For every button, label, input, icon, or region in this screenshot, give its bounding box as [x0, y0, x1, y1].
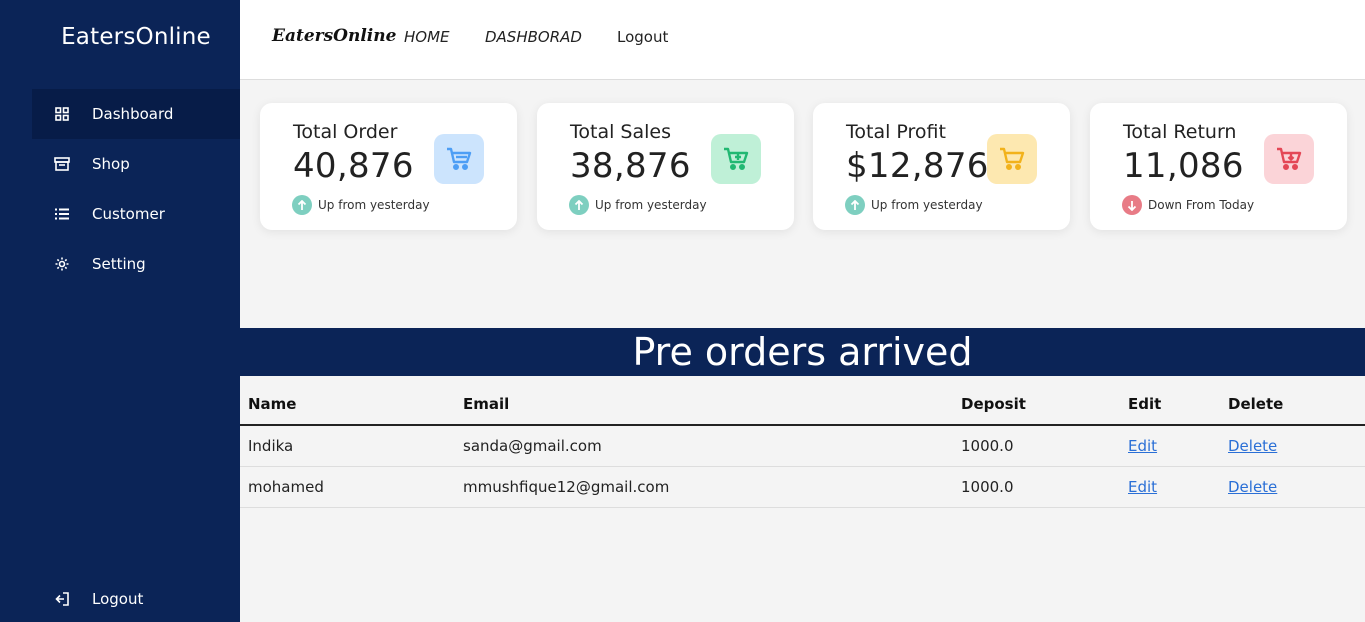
- cell-deposit: 1000.0: [953, 466, 1120, 508]
- cell-delete: Delete: [1220, 425, 1365, 467]
- card-trend-label: Down From Today: [1148, 198, 1255, 212]
- column-header-delete: Delete: [1220, 383, 1365, 426]
- cell-email: sanda@gmail.com: [455, 425, 953, 467]
- card-title: Total Order: [293, 121, 398, 143]
- sidebar-item-setting[interactable]: Setting: [32, 239, 240, 289]
- nav-link-dashboard[interactable]: DASHBORAD: [485, 28, 582, 46]
- card-title: Total Sales: [570, 121, 671, 143]
- nav-link-logout[interactable]: Logout: [617, 28, 668, 46]
- delete-link[interactable]: Delete: [1228, 478, 1277, 496]
- edit-link[interactable]: Edit: [1128, 478, 1157, 496]
- stat-card-total-order: Total Order 40,876 Up from yesterday: [260, 103, 517, 230]
- sidebar-item-label: Customer: [92, 205, 165, 223]
- cell-email: mmushfique12@gmail.com: [455, 466, 953, 508]
- card-trend-label: Up from yesterday: [318, 198, 430, 212]
- sidebar-logout-label: Logout: [92, 590, 144, 608]
- sidebar-brand: EatersOnline: [61, 24, 211, 50]
- sidebar-item-label: Setting: [92, 255, 146, 273]
- card-title: Total Return: [1123, 121, 1237, 143]
- store-icon: [53, 155, 71, 173]
- arrow-up-icon: [292, 195, 312, 215]
- arrow-down-icon: [1122, 195, 1142, 215]
- delete-link[interactable]: Delete: [1228, 437, 1277, 455]
- section-banner: Pre orders arrived: [240, 328, 1365, 376]
- sidebar-item-label: Shop: [92, 155, 130, 173]
- card-value: 11,086: [1123, 146, 1244, 186]
- stat-card-total-sales: Total Sales 38,876 Up from yesterday: [537, 103, 794, 230]
- cart-return-icon: [1264, 134, 1314, 184]
- sidebar-item-shop[interactable]: Shop: [32, 139, 240, 189]
- list-icon: [53, 205, 71, 223]
- sidebar: EatersOnline Dashboard Shop Customer Set…: [0, 0, 240, 622]
- edit-link[interactable]: Edit: [1128, 437, 1157, 455]
- sidebar-item-label: Dashboard: [92, 105, 174, 123]
- top-navbar: EatersOnline HOME DASHBORAD Logout: [240, 0, 1365, 80]
- navbar-logo[interactable]: EatersOnline: [272, 26, 396, 46]
- cell-edit: Edit: [1120, 466, 1220, 508]
- table-row: mohamed mmushfique12@gmail.com 1000.0 Ed…: [240, 466, 1365, 508]
- card-trend: Up from yesterday: [292, 195, 430, 215]
- column-header-name: Name: [240, 383, 455, 426]
- cell-delete: Delete: [1220, 466, 1365, 508]
- nav-link-home[interactable]: HOME: [404, 28, 450, 46]
- cart-plus-icon: [711, 134, 761, 184]
- gear-icon: [53, 255, 71, 273]
- card-value: 38,876: [570, 146, 691, 186]
- column-header-edit: Edit: [1120, 383, 1220, 426]
- card-trend: Down From Today: [1122, 195, 1254, 215]
- arrow-up-icon: [569, 195, 589, 215]
- card-trend-label: Up from yesterday: [595, 198, 707, 212]
- sidebar-item-customer[interactable]: Customer: [32, 189, 240, 239]
- cell-edit: Edit: [1120, 425, 1220, 467]
- preorders-table: Name Email Deposit Edit Delete Indika sa…: [240, 383, 1365, 508]
- cell-name: mohamed: [240, 466, 455, 508]
- arrow-up-icon: [845, 195, 865, 215]
- grid-icon: [53, 105, 71, 123]
- table-header-row: Name Email Deposit Edit Delete: [240, 383, 1365, 426]
- column-header-deposit: Deposit: [953, 383, 1120, 426]
- logout-icon: [53, 590, 71, 608]
- stat-card-total-return: Total Return 11,086 Down From Today: [1090, 103, 1347, 230]
- sidebar-logout-button[interactable]: Logout: [32, 574, 240, 622]
- stat-card-total-profit: Total Profit $12,876 Up from yesterday: [813, 103, 1070, 230]
- cart-icon: [434, 134, 484, 184]
- card-trend: Up from yesterday: [845, 195, 983, 215]
- table-row: Indika sanda@gmail.com 1000.0 Edit Delet…: [240, 425, 1365, 467]
- cell-name: Indika: [240, 425, 455, 467]
- card-trend: Up from yesterday: [569, 195, 707, 215]
- sidebar-nav: Dashboard Shop Customer Setting: [32, 89, 240, 289]
- sidebar-item-dashboard[interactable]: Dashboard: [32, 89, 240, 139]
- column-header-email: Email: [455, 383, 953, 426]
- card-title: Total Profit: [846, 121, 946, 143]
- card-trend-label: Up from yesterday: [871, 198, 983, 212]
- card-value: 40,876: [293, 146, 414, 186]
- cell-deposit: 1000.0: [953, 425, 1120, 467]
- cart-icon: [987, 134, 1037, 184]
- card-value: $12,876: [846, 146, 989, 186]
